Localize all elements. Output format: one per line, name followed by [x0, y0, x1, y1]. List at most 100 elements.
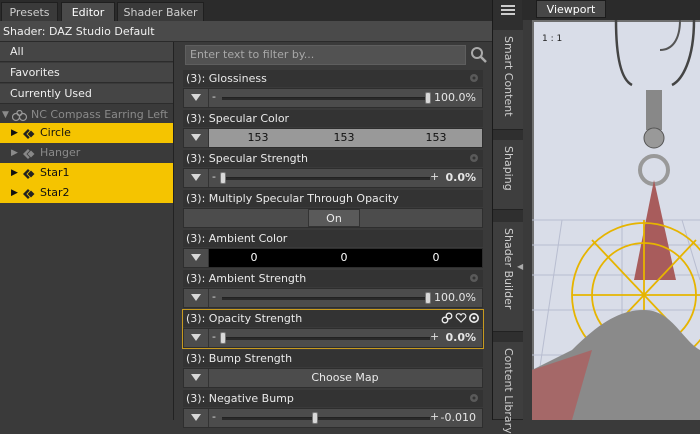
minus-icon[interactable]: -	[212, 410, 216, 423]
dropdown-arrow-icon[interactable]	[184, 369, 209, 387]
surface-group-icon	[22, 187, 36, 199]
property-negative-bump: (3): Negative Bump - + -0.010	[183, 390, 483, 428]
tree-item-label: Circle	[40, 126, 71, 139]
filter-input[interactable]: Enter text to filter by...	[185, 45, 466, 65]
plus-icon[interactable]: +	[430, 170, 439, 183]
expand-arrow-icon[interactable]: ▶	[11, 123, 18, 143]
tab-presets[interactable]: Presets	[1, 2, 58, 21]
slider-body[interactable]: - 100.0%	[183, 88, 483, 108]
dropdown-arrow-icon[interactable]	[184, 409, 209, 427]
surface-list-pane: All Favorites Currently Used ▼ NC Compas…	[0, 42, 174, 420]
tab-smart-content[interactable]: Smart Content	[493, 30, 523, 130]
plus-icon[interactable]: +	[430, 330, 439, 343]
expand-arrow-icon[interactable]: ▶	[11, 183, 18, 203]
dropdown-arrow-icon[interactable]	[184, 249, 209, 267]
tree-item-hanger[interactable]: ▶ Hanger	[0, 143, 173, 163]
slider-knob[interactable]	[220, 172, 226, 184]
color-red[interactable]: 153	[228, 129, 288, 147]
choose-map-button[interactable]: Choose Map	[208, 369, 482, 387]
tab-viewport[interactable]: Viewport	[536, 0, 606, 18]
color-green[interactable]: 0	[314, 249, 374, 267]
tab-shaping[interactable]: Shaping	[493, 140, 523, 210]
minus-icon[interactable]: -	[212, 90, 216, 103]
slider-body[interactable]: - 100.0%	[183, 288, 483, 308]
gear-icon[interactable]	[468, 152, 480, 164]
slider-knob[interactable]	[312, 412, 318, 424]
property-label: (3): Specular Strength	[183, 150, 483, 167]
search-icon[interactable]	[469, 45, 489, 65]
tab-label: Shader Builder	[502, 228, 515, 310]
dropdown-arrow-icon[interactable]	[184, 329, 209, 347]
slider-value[interactable]: 0.0%	[445, 169, 476, 187]
slider-knob[interactable]	[425, 92, 431, 104]
dropdown-arrow-icon[interactable]	[184, 89, 209, 107]
slider-track[interactable]	[222, 97, 428, 100]
viewport-3d[interactable]: 1 : 1	[531, 19, 700, 421]
slider-track[interactable]	[222, 297, 428, 300]
gear-icon[interactable]	[468, 312, 480, 324]
gear-icon[interactable]	[468, 392, 480, 404]
color-blue[interactable]: 153	[406, 129, 466, 147]
property-label: (3): Opacity Strength	[183, 310, 483, 327]
dropdown-arrow-icon[interactable]	[184, 169, 209, 187]
color-body[interactable]: 0 0 0	[183, 248, 483, 268]
tree-item-star1[interactable]: ▶ Star1	[0, 163, 173, 183]
collapse-arrow-icon[interactable]: ▼	[2, 105, 9, 125]
slider-value[interactable]: 100.0%	[434, 289, 476, 307]
filter-currently-used[interactable]: Currently Used	[0, 84, 173, 104]
slider-track[interactable]	[222, 177, 430, 180]
tree-item-circle[interactable]: ▶ Circle	[0, 123, 173, 143]
expand-arrow-icon[interactable]: ▶	[11, 163, 18, 183]
tab-label: Content Library	[502, 348, 515, 434]
property-label: (3): Multiply Specular Through Opacity	[183, 190, 483, 207]
minus-icon[interactable]: -	[212, 170, 216, 183]
slider-track[interactable]	[222, 337, 430, 340]
link-icon[interactable]	[441, 312, 453, 327]
surface-group-icon	[22, 127, 36, 139]
color-blue[interactable]: 0	[406, 249, 466, 267]
slider-value[interactable]: -0.010	[441, 409, 476, 427]
property-label: (3): Bump Strength	[183, 350, 483, 367]
slider-body[interactable]: - + -0.010	[183, 408, 483, 428]
tree-item-star2[interactable]: ▶ Star2	[0, 183, 173, 203]
color-green[interactable]: 153	[314, 129, 374, 147]
property-label: (3): Negative Bump	[183, 390, 483, 407]
tab-editor[interactable]: Editor	[61, 2, 115, 21]
property-glossiness: (3): Glossiness - 100.0%	[183, 70, 483, 108]
tab-content-library[interactable]: Content Library	[493, 342, 523, 434]
dropdown-arrow-icon[interactable]	[184, 129, 209, 147]
slider-knob[interactable]	[220, 332, 226, 344]
menu-icon[interactable]	[501, 4, 515, 19]
slider-body[interactable]: - + 0.0%	[183, 328, 483, 348]
expand-arrow-icon[interactable]: ▶	[11, 143, 18, 163]
plus-icon[interactable]: +	[430, 410, 439, 423]
minus-icon[interactable]: -	[212, 290, 216, 303]
heart-icon[interactable]	[455, 312, 467, 327]
collapse-handle-icon[interactable]: ◀	[517, 262, 523, 271]
tab-label: Shaping	[502, 146, 515, 191]
slider-value[interactable]: 0.0%	[445, 329, 476, 347]
slider-value[interactable]: 100.0%	[434, 89, 476, 107]
color-red[interactable]: 0	[224, 249, 284, 267]
on-toggle-button[interactable]: On	[308, 209, 360, 227]
gear-icon[interactable]	[468, 72, 480, 84]
toggle-body: On	[183, 208, 483, 228]
tree-root-label: NC Compass Earring Left	[31, 108, 168, 121]
filter-all[interactable]: All	[0, 42, 173, 62]
tab-shader-baker[interactable]: Shader Baker	[117, 2, 204, 21]
filter-favorites[interactable]: Favorites	[0, 63, 173, 83]
minus-icon[interactable]: -	[212, 330, 216, 343]
gear-icon[interactable]	[468, 272, 480, 284]
tab-shader-builder[interactable]: Shader Builder	[493, 222, 523, 332]
property-multiply-specular: (3): Multiply Specular Through Opacity O…	[183, 190, 483, 228]
tree-item-label: Star1	[40, 166, 70, 179]
property-ambient-strength: (3): Ambient Strength - 100.0%	[183, 270, 483, 308]
slider-body[interactable]: - + 0.0%	[183, 168, 483, 188]
property-ambient-color: (3): Ambient Color 0 0 0	[183, 230, 483, 268]
tree-root[interactable]: ▼ NC Compass Earring Left	[0, 105, 173, 125]
color-body[interactable]: 153 153 153	[183, 128, 483, 148]
tree-item-label: Hanger	[40, 146, 81, 159]
surface-group-icon	[22, 167, 36, 179]
slider-knob[interactable]	[425, 292, 431, 304]
dropdown-arrow-icon[interactable]	[184, 289, 209, 307]
